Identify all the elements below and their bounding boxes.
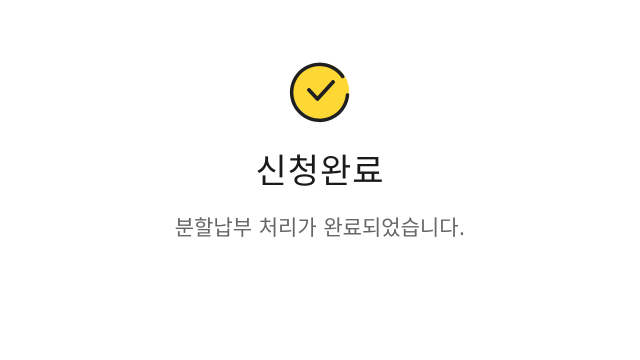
page-title: 신청완료 — [255, 152, 385, 192]
completion-message: 분할납부 처리가 완료되었습니다. — [174, 216, 466, 240]
check-circle-icon — [289, 59, 353, 123]
completion-screen: 신청완료 분할납부 처리가 완료되었습니다. — [0, 0, 640, 360]
